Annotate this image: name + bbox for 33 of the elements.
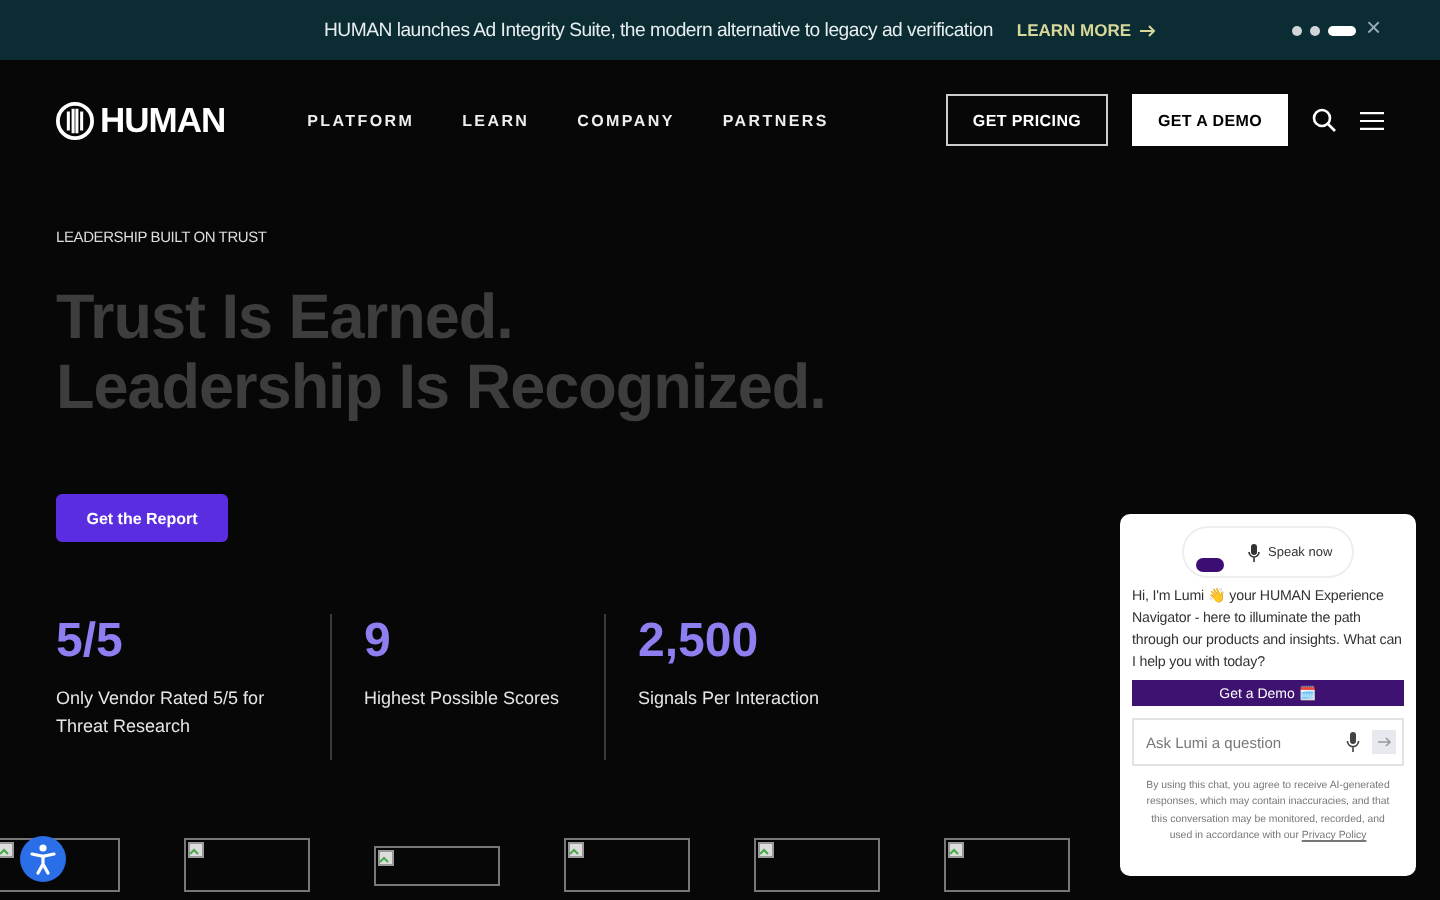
stat-label: Signals Per Interaction	[638, 686, 822, 712]
broken-image	[754, 838, 880, 892]
menu-icon[interactable]	[1360, 111, 1384, 129]
nav-link[interactable]: PARTNERS	[722, 111, 829, 129]
nav-link[interactable]: COMPANY	[577, 111, 675, 129]
broken-image	[184, 838, 310, 892]
microphone-icon	[1248, 543, 1260, 561]
carousel-dot[interactable]	[1292, 26, 1302, 36]
pricing-button[interactable]: GET PRICING	[946, 94, 1108, 146]
close-button[interactable]: ×	[1366, 14, 1382, 42]
avatar-blob-icon	[1196, 558, 1224, 572]
announcement-text: HUMAN launches Ad Integrity Suite, the modern alternative to legacy ad verification	[324, 19, 993, 41]
arrow-icon	[1139, 23, 1156, 37]
demo-button[interactable]: GET A DEMO	[1132, 94, 1288, 146]
microphone-icon[interactable]	[1346, 732, 1360, 752]
nav-link[interactable]: LEARN	[462, 111, 530, 129]
accessibility-icon[interactable]	[20, 836, 66, 882]
search-icon[interactable]	[1312, 108, 1336, 132]
broken-image	[374, 846, 500, 886]
carousel-dot[interactable]	[1310, 26, 1320, 36]
nav-link[interactable]: PLATFORM	[307, 111, 415, 129]
report-button[interactable]: Get the Report	[56, 494, 228, 542]
stat-label: Only Vendor Rated 5/5 for Threat Research	[56, 686, 267, 740]
broken-image	[564, 838, 690, 892]
arrow-icon	[1377, 736, 1391, 748]
brand-name[interactable]: HUMAN	[100, 99, 226, 141]
stat-value: 2,500	[638, 616, 761, 668]
stat-value: 9	[364, 616, 393, 668]
stat-label: Highest Possible Scores	[364, 686, 562, 712]
learn-more-link[interactable]: LEARN MORE	[1016, 20, 1156, 40]
broken-image	[944, 838, 1070, 892]
logo-icon	[56, 101, 94, 139]
stat-value: 5/5	[56, 616, 125, 668]
